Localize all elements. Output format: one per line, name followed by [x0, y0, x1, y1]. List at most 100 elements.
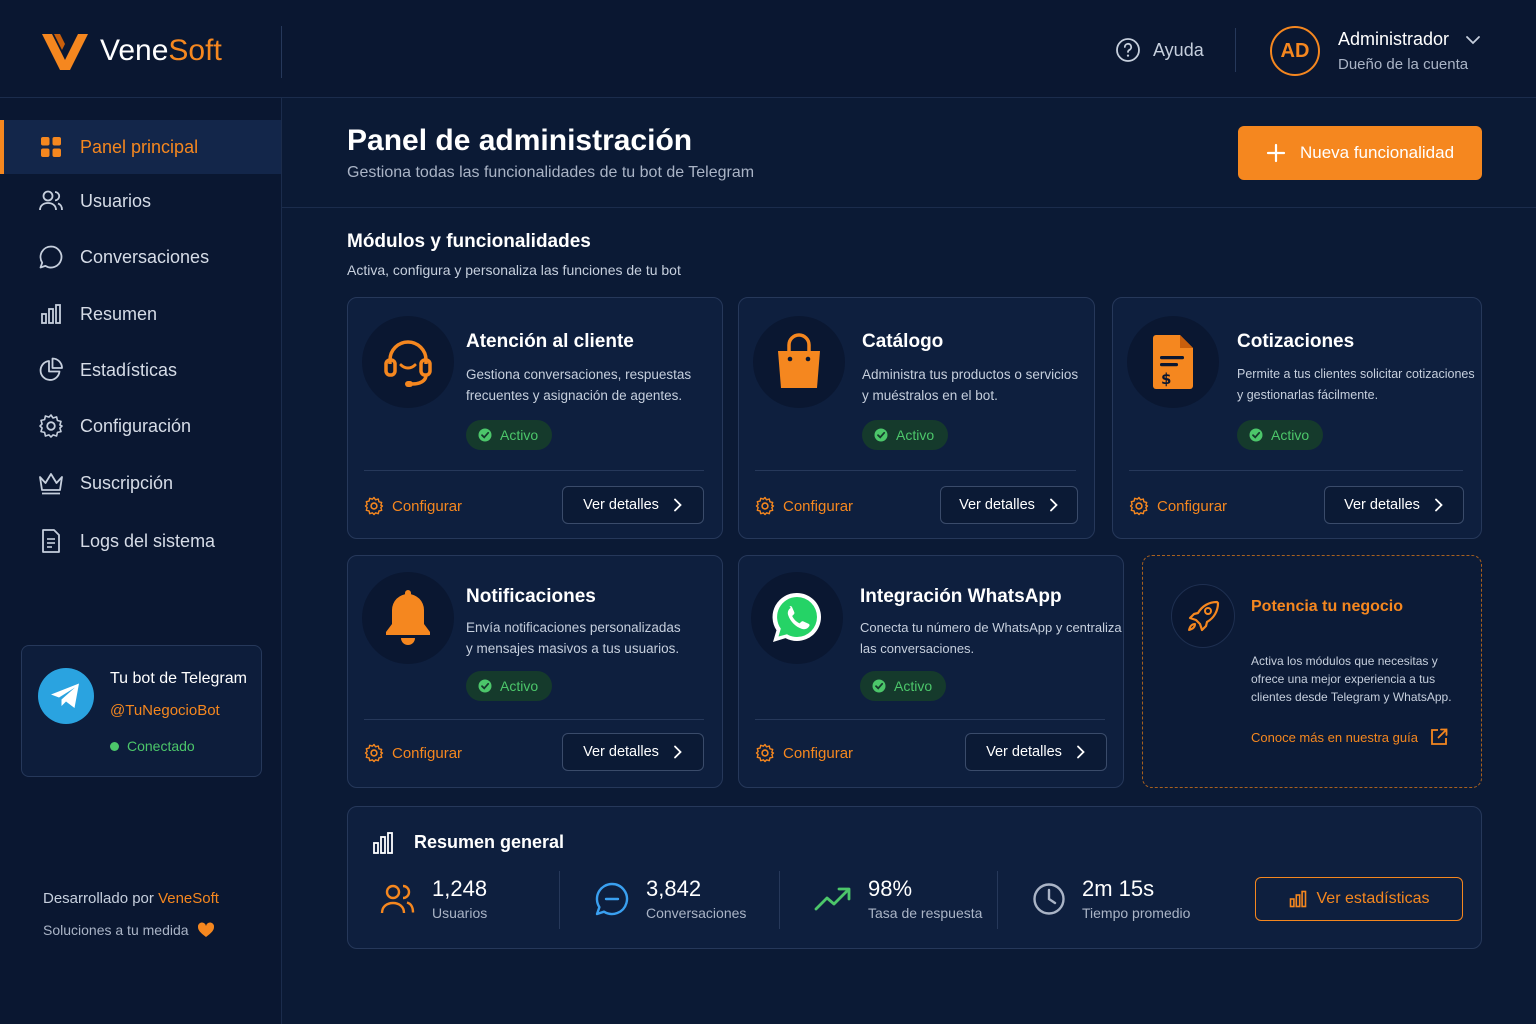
- sidebar-item-resumen[interactable]: Resumen: [0, 287, 281, 341]
- developer-link[interactable]: VeneSoft: [158, 890, 219, 907]
- summary-title: Resumen general: [414, 832, 565, 852]
- view-statistics-button[interactable]: Ver estadísticas: [1255, 877, 1463, 921]
- stat-label: Tasa de respuesta: [868, 905, 983, 921]
- sidebar-item-label: Conversaciones: [80, 246, 210, 267]
- guide-link[interactable]: Conoce más en nuestra guía: [1251, 728, 1448, 746]
- module-title: Cotizaciones: [1237, 331, 1355, 352]
- summary-panel: Resumen general 1,248 Usuarios 3,842 Conve…: [347, 806, 1482, 949]
- details-button[interactable]: Ver detalles: [965, 733, 1107, 771]
- user-name[interactable]: Administrador: [1338, 29, 1449, 50]
- gear-icon: [364, 743, 384, 763]
- page-header: Panel de administración Gestiona todas l…: [282, 98, 1536, 208]
- card-divider: [364, 719, 704, 720]
- module-card-notificaciones: Notificaciones Envía notificaciones pers…: [347, 555, 723, 788]
- module-description: Permite a tus clientes solicitar cotizac…: [1237, 367, 1475, 402]
- card-divider: [755, 470, 1076, 471]
- telegram-bot-handle[interactable]: @TuNegocioBot: [110, 702, 220, 719]
- modules-subtitle: Activa, configura y personaliza las func…: [347, 262, 681, 278]
- configure-link[interactable]: Configurar: [364, 496, 462, 516]
- sidebar-item-conversaciones[interactable]: Conversaciones: [0, 230, 281, 284]
- new-feature-button[interactable]: Nueva funcionalidad: [1238, 126, 1482, 180]
- sidebar-item-suscripcion[interactable]: Suscripción: [0, 456, 281, 510]
- users-icon: [380, 884, 415, 914]
- configure-link[interactable]: Configurar: [364, 743, 462, 763]
- avatar[interactable]: AD: [1270, 26, 1320, 76]
- status-badge: Activo: [1237, 420, 1324, 450]
- page-subtitle: Gestiona todas las funcionalidades de tu…: [347, 164, 755, 181]
- rocket-icon: [1171, 584, 1235, 648]
- whatsapp-icon: [751, 572, 843, 664]
- configure-link[interactable]: Configurar: [755, 743, 853, 763]
- stat-label: Usuarios: [432, 905, 488, 921]
- stat-value: 98%: [868, 876, 913, 901]
- promo-card: Potencia tu negocio Activa los módulos q…: [1142, 555, 1482, 788]
- promo-text: Activa los módulos que necesitas y ofrec…: [1251, 654, 1452, 704]
- card-divider: [755, 719, 1105, 720]
- configure-link[interactable]: Configurar: [1129, 496, 1227, 516]
- header-divider: [281, 26, 282, 78]
- sidebar-item-configuracion[interactable]: Configuración: [0, 399, 281, 453]
- header-divider: [1235, 28, 1236, 72]
- external-link-icon: [1431, 728, 1448, 745]
- sidebar-item-label: Suscripción: [80, 472, 174, 493]
- module-description: Conecta tu número de WhatsApp y centrali…: [860, 620, 1122, 656]
- module-card-cotizaciones: $ Cotizaciones Permite a tus clientes so…: [1112, 297, 1482, 539]
- sidebar-item-usuarios[interactable]: Usuarios: [0, 174, 281, 228]
- configure-link[interactable]: Configurar: [755, 496, 853, 516]
- stat-label: Conversaciones: [646, 905, 747, 921]
- details-button[interactable]: Ver detalles: [1324, 486, 1464, 524]
- chat-bubble-icon: [38, 244, 64, 270]
- gear-icon: [38, 413, 64, 439]
- sidebar-item-label: Configuración: [80, 415, 192, 436]
- module-card-atencion: Atención al cliente Gestiona conversacio…: [347, 297, 723, 539]
- help-label: Ayuda: [1153, 39, 1204, 60]
- sidebar-item-label: Resumen: [80, 303, 158, 324]
- module-description: Gestiona conversaciones, respuestas frecu…: [466, 367, 692, 403]
- bar-chart-icon: [1289, 890, 1306, 908]
- heart-icon: [197, 922, 214, 937]
- check-badge-icon: [478, 428, 492, 442]
- chevron-right-icon: [673, 498, 682, 512]
- telegram-icon: [38, 668, 94, 724]
- promo-title: Potencia tu negocio: [1251, 598, 1404, 615]
- details-button[interactable]: Ver detalles: [562, 733, 704, 771]
- module-description: Administra tus productos o servicios y mu…: [862, 367, 1079, 403]
- users-icon: [38, 188, 64, 214]
- sidebar-item-label: Panel principal: [80, 136, 199, 157]
- venesoft-logo-icon: [42, 34, 88, 70]
- module-title: Catálogo: [862, 331, 944, 352]
- sidebar-item-estadisticas[interactable]: Estadísticas: [0, 343, 281, 397]
- svg-text:$: $: [1161, 370, 1171, 388]
- details-button[interactable]: Ver detalles: [562, 486, 704, 524]
- telegram-bot-card[interactable]: Tu bot de Telegram @TuNegocioBot Conecta…: [21, 645, 262, 777]
- headset-icon: [362, 316, 454, 408]
- details-button[interactable]: Ver detalles: [940, 486, 1078, 524]
- module-card-whatsapp: Integración WhatsApp Conecta tu número d…: [738, 555, 1124, 788]
- chevron-right-icon: [1049, 498, 1058, 512]
- status-badge: Activo: [466, 671, 553, 701]
- clock-icon: [1033, 883, 1065, 915]
- developed-by: Desarrollado por VeneSoft: [43, 890, 219, 907]
- chevron-down-icon[interactable]: [1464, 31, 1482, 49]
- grid-icon: [38, 134, 64, 160]
- status-badge: Activo: [466, 420, 553, 450]
- brand-logo[interactable]: VeneSoft: [40, 30, 222, 72]
- stat-value: 2m 15s: [1082, 876, 1155, 901]
- new-feature-label: Nueva funcionalidad: [1299, 143, 1455, 162]
- card-divider: [364, 470, 704, 471]
- shopping-bag-icon: [753, 316, 845, 408]
- bar-chart-icon: [38, 301, 64, 327]
- gear-icon: [1129, 496, 1149, 516]
- stat-conversations: 3,842 Conversaciones: [594, 877, 746, 921]
- sidebar-item-panel-principal[interactable]: Panel principal: [0, 120, 281, 174]
- trending-up-icon: [814, 887, 851, 911]
- help-link[interactable]: Ayuda: [1115, 37, 1204, 63]
- sidebar-item-logs[interactable]: Logs del sistema: [0, 514, 281, 568]
- gear-icon: [755, 743, 775, 763]
- sidebar-item-label: Usuarios: [80, 190, 152, 211]
- connection-status: Conectado: [110, 738, 195, 754]
- top-bar: VeneSoft Ayuda AD Administrador Dueño de…: [0, 0, 1536, 98]
- stat-value: 1,248: [432, 876, 488, 901]
- status-label: Conectado: [127, 738, 195, 754]
- module-description: Envía notificaciones personalizadas y men…: [466, 620, 681, 656]
